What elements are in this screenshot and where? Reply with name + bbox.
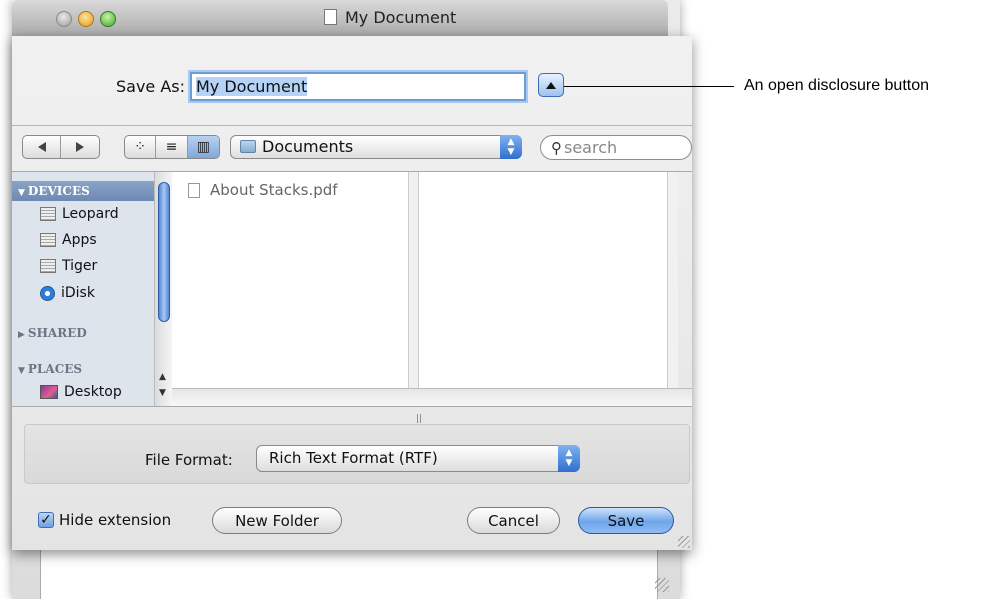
sidebar-section-label: SHARED [27, 326, 87, 340]
icon-view-icon: ⁘ [134, 139, 147, 155]
sidebar-item-label: Desktop [64, 384, 122, 400]
icon-view-button[interactable]: ⁘ [125, 136, 157, 158]
window-titlebar[interactable]: My Document [12, 0, 668, 38]
browser-column [419, 172, 667, 406]
sidebar-item-idisk[interactable]: iDisk [40, 285, 95, 301]
search-icon: ⚲ [551, 139, 562, 157]
save-as-label: Save As: [116, 77, 186, 96]
sidebar-item-leopard[interactable]: Leopard [40, 206, 119, 222]
sidebar-item-tiger[interactable]: Tiger [40, 258, 97, 274]
view-mode-selector: ⁘ ≡ ▥ [124, 135, 220, 159]
location-popup[interactable]: Documents ▲ ▼ [230, 135, 522, 159]
window-title-text: My Document [345, 8, 457, 27]
callout-line [564, 86, 734, 87]
sidebar-item-apps[interactable]: Apps [40, 232, 97, 248]
file-format-value: Rich Text Format (RTF) [269, 449, 438, 467]
sheet-resize-grip-icon[interactable] [678, 536, 690, 548]
location-value: Documents [262, 137, 354, 156]
window-title: My Document [324, 8, 456, 27]
column-view-icon: ▥ [196, 139, 210, 155]
sidebar-item-label: Leopard [62, 206, 119, 222]
save-as-field[interactable]: My Document [190, 72, 526, 101]
cancel-button[interactable]: Cancel [467, 507, 560, 534]
checkmark-icon: ✓ [38, 512, 54, 528]
sidebar-item-label: iDisk [61, 285, 95, 301]
disclosure-open-icon: ▼ [18, 188, 25, 198]
file-name: About Stacks.pdf [210, 181, 338, 199]
divider [12, 125, 692, 126]
back-button[interactable] [23, 136, 62, 158]
hard-disk-icon [40, 259, 56, 273]
scroll-up-icon[interactable]: ▲ [159, 372, 166, 382]
sidebar: ▼ DEVICES Leopard Apps Tiger iDisk ▶ SHARE… [12, 172, 154, 406]
list-view-icon: ≡ [165, 139, 178, 155]
scrollbar-thumb[interactable] [158, 182, 170, 322]
minimize-window-icon[interactable] [78, 11, 94, 27]
disclosure-button[interactable] [538, 73, 564, 97]
disclosure-open-icon: ▼ [18, 366, 25, 376]
search-input[interactable]: ⚲ search [540, 135, 692, 160]
sidebar-section-label: DEVICES [27, 184, 90, 198]
column-resize-handle[interactable] [408, 172, 419, 406]
popup-arrows-icon: ▲ ▼ [500, 135, 522, 159]
hard-disk-icon [40, 207, 56, 221]
sidebar-section-label: PLACES [27, 362, 83, 376]
file-item[interactable]: About Stacks.pdf [188, 181, 338, 199]
close-window-icon[interactable] [56, 11, 72, 27]
disclosure-closed-icon: ▶ [18, 330, 25, 340]
horizontal-scrollbar[interactable] [172, 388, 692, 406]
callout-label: An open disclosure button [744, 77, 930, 94]
list-view-button[interactable]: ≡ [156, 136, 188, 158]
column-view-button[interactable]: ▥ [187, 136, 219, 158]
popup-arrows-icon: ▲ ▼ [558, 445, 580, 472]
save-sheet: Save As: My Document ⁘ ≡ ▥ Documents ▲ ▼ … [12, 36, 692, 550]
column-grip-icon[interactable]: || [416, 414, 422, 424]
desktop-icon [40, 385, 58, 399]
sidebar-section-shared[interactable]: ▶ SHARED [18, 326, 87, 340]
browser-column [172, 172, 408, 406]
hide-extension-checkbox[interactable]: ✓ Hide extension [38, 511, 171, 529]
window-resize-grip-icon[interactable] [655, 578, 669, 592]
sidebar-item-desktop[interactable]: Desktop [40, 384, 122, 400]
forward-button[interactable] [61, 136, 99, 158]
zoom-window-icon[interactable] [100, 11, 116, 27]
save-as-value: My Document [196, 77, 308, 96]
pdf-file-icon [188, 182, 200, 198]
sidebar-scrollbar[interactable]: ▲ ▼ [154, 172, 172, 406]
idisk-icon [40, 285, 55, 301]
back-arrow-icon [37, 142, 46, 152]
document-icon [324, 9, 337, 25]
divider [12, 406, 692, 407]
forward-arrow-icon [76, 142, 84, 152]
disclosure-triangle-icon [546, 81, 556, 89]
scroll-down-icon[interactable]: ▼ [159, 388, 166, 398]
column-resize-handle[interactable] [667, 172, 678, 406]
new-folder-button[interactable]: New Folder [212, 507, 342, 534]
sidebar-item-label: Apps [62, 232, 97, 248]
folder-icon [240, 140, 256, 153]
file-format-popup[interactable]: Rich Text Format (RTF) ▲ ▼ [256, 445, 580, 472]
file-format-label: File Format: [145, 451, 233, 469]
save-button[interactable]: Save [578, 507, 674, 534]
document-page [40, 550, 658, 599]
sidebar-section-places[interactable]: ▼ PLACES [18, 362, 82, 376]
sidebar-item-label: Tiger [62, 258, 98, 274]
hide-extension-label: Hide extension [59, 511, 172, 529]
sidebar-section-devices[interactable]: ▼ DEVICES [12, 181, 154, 201]
hard-disk-icon [40, 233, 56, 247]
history-navigation [22, 135, 100, 159]
search-placeholder: search [564, 138, 618, 157]
